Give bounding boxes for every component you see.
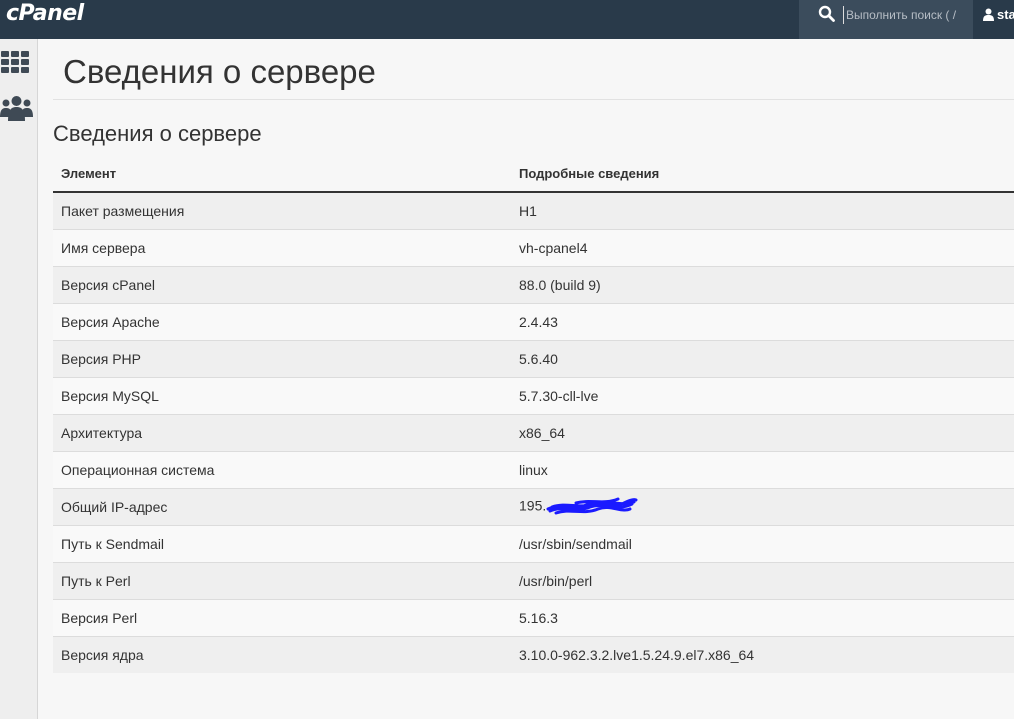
apps-grid-icon[interactable] <box>0 49 34 79</box>
row-item: Операционная система <box>53 450 511 488</box>
row-item: Имя сервера <box>53 228 511 266</box>
row-value: 5.7.30-cll-lve <box>511 376 1014 414</box>
column-header-item: Элемент <box>53 156 511 193</box>
table-header-row: Элемент Подробные сведения <box>53 156 1014 193</box>
row-item: Архитектура <box>53 413 511 451</box>
table-row: Версия PHP 5.6.40 <box>53 339 1014 377</box>
row-value: 88.0 (build 9) <box>511 265 1014 303</box>
row-item: Версия MySQL <box>53 376 511 414</box>
table-row: Версия cPanel 88.0 (build 9) <box>53 265 1014 303</box>
server-info-table: Элемент Подробные сведения Пакет размеще… <box>53 156 1014 673</box>
row-value: 2.4.43 <box>511 302 1014 340</box>
table-row: Версия Perl 5.16.3 <box>53 598 1014 636</box>
row-item: Версия PHP <box>53 339 511 377</box>
row-item: Версия Apache <box>53 302 511 340</box>
section-title: Сведения о сервере <box>53 121 262 146</box>
row-value: 3.10.0-962.3.2.lve1.5.24.9.el7.x86_64 <box>511 635 1014 673</box>
search-icon[interactable] <box>818 5 836 23</box>
row-item: Путь к Perl <box>53 561 511 599</box>
redaction-scribble <box>546 497 638 514</box>
table-row: Версия ядра 3.10.0-962.3.2.lve1.5.24.9.e… <box>53 635 1014 673</box>
table-row: Пакет размещения H1 <box>53 191 1014 229</box>
row-item: Путь к Sendmail <box>53 524 511 562</box>
page-title: Сведения о сервере <box>63 53 376 90</box>
table-row: Версия MySQL 5.7.30-cll-lve <box>53 376 1014 414</box>
row-value: vh-cpanel4 <box>511 228 1014 266</box>
users-icon[interactable] <box>0 95 34 125</box>
row-value: 5.6.40 <box>511 339 1014 377</box>
row-value: /usr/bin/perl <box>511 561 1014 599</box>
row-value: x86_64 <box>511 413 1014 451</box>
search-input[interactable] <box>843 6 965 24</box>
user-name: sta <box>997 6 1014 22</box>
row-item: Пакет размещения <box>53 191 511 229</box>
column-header-details: Подробные сведения <box>511 156 1014 193</box>
row-item: Версия ядра <box>53 635 511 673</box>
table-row: Путь к Perl /usr/bin/perl <box>53 561 1014 599</box>
row-value: linux <box>511 450 1014 488</box>
row-item: Версия cPanel <box>53 265 511 303</box>
row-value: 5.16.3 <box>511 598 1014 636</box>
user-menu[interactable]: sta <box>983 5 1014 23</box>
table-row: Общий IP-адрес 195. <box>53 487 1014 525</box>
ip-value: 195. <box>519 497 547 514</box>
row-value-ip: 195. <box>511 487 1014 525</box>
table-row: Путь к Sendmail /usr/sbin/sendmail <box>53 524 1014 562</box>
row-item: Версия Perl <box>53 598 511 636</box>
title-divider <box>53 99 1014 100</box>
table-row: Операционная система linux <box>53 450 1014 488</box>
table-row: Версия Apache 2.4.43 <box>53 302 1014 340</box>
sidebar <box>0 39 38 719</box>
row-item: Общий IP-адрес <box>53 487 511 525</box>
table-row: Имя сервера vh-cpanel4 <box>53 228 1014 266</box>
top-bar: cPanel sta <box>0 0 1014 39</box>
row-value: H1 <box>511 191 1014 229</box>
cpanel-logo[interactable]: cPanel <box>6 0 84 30</box>
row-value: /usr/sbin/sendmail <box>511 524 1014 562</box>
table-row: Архитектура x86_64 <box>53 413 1014 451</box>
user-icon <box>983 8 994 21</box>
